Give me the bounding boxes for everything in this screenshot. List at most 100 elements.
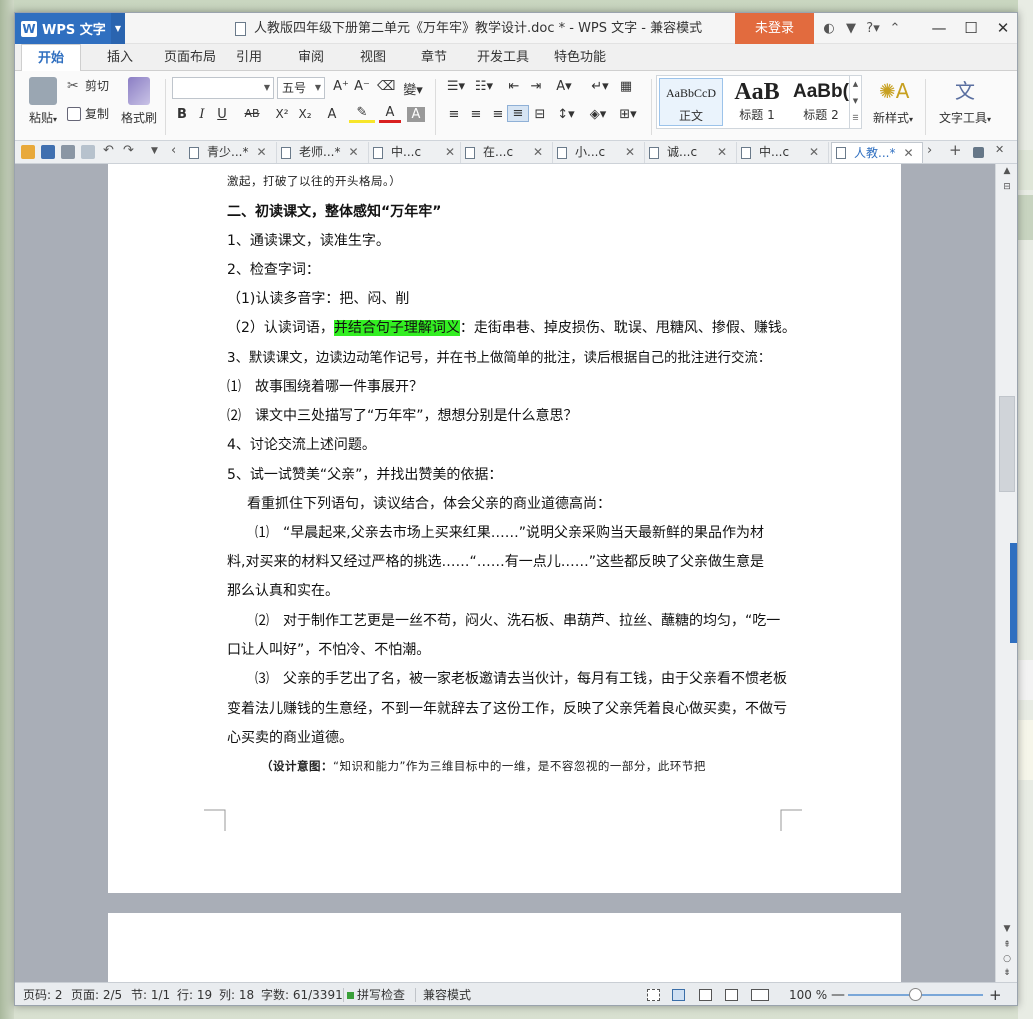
- undo-icon[interactable]: ↶: [103, 143, 114, 158]
- zoom-slider-handle[interactable]: [908, 988, 922, 1001]
- text-effect-icon[interactable]: A: [321, 107, 343, 122]
- line-spacing-icon[interactable]: ↕▾: [553, 107, 579, 122]
- split-view-icon[interactable]: ⊟: [996, 182, 1017, 192]
- borders-icon[interactable]: ⊞▾: [615, 107, 641, 122]
- doc-tab[interactable]: 在...c ✕: [461, 142, 553, 163]
- close-icon[interactable]: ✕: [256, 142, 266, 163]
- doc-tab-active[interactable]: 人教... * ✕: [831, 142, 923, 163]
- subscript-button[interactable]: X₂: [294, 107, 316, 121]
- doc-tab[interactable]: 中...c ✕: [369, 142, 461, 163]
- outline-view-icon[interactable]: [699, 989, 712, 1001]
- zoom-in-icon[interactable]: +: [989, 983, 1002, 1005]
- font-size-select[interactable]: 五号 ▼: [277, 77, 325, 99]
- doc-tab[interactable]: 老师... * ✕: [277, 142, 369, 163]
- shirt-icon[interactable]: ▼: [840, 21, 862, 36]
- close-icon[interactable]: ✕: [717, 142, 727, 163]
- minimize-icon[interactable]: —: [923, 13, 955, 44]
- distribute-icon[interactable]: ⊟: [529, 107, 551, 122]
- tab-review[interactable]: 审阅: [291, 44, 331, 71]
- align-right-icon[interactable]: ≡: [489, 107, 507, 122]
- zoom-level[interactable]: 100 %: [789, 983, 827, 1005]
- tab-view[interactable]: 视图: [353, 44, 393, 71]
- underline-button[interactable]: U: [213, 107, 231, 122]
- cut-button[interactable]: ✂ 剪切: [67, 77, 109, 94]
- bullet-list-icon[interactable]: ☰▾: [443, 79, 469, 94]
- paste-button[interactable]: 粘贴▾: [25, 77, 61, 126]
- style-heading-1[interactable]: AaB 标题 1: [725, 78, 789, 126]
- show-marks-icon[interactable]: ↵▾: [587, 79, 613, 94]
- tab-page-layout[interactable]: 页面布局: [151, 44, 229, 71]
- increase-indent-icon[interactable]: ⇥: [527, 79, 545, 94]
- scroll-thumb[interactable]: [999, 396, 1015, 492]
- print-icon[interactable]: [61, 145, 75, 159]
- scroll-down-icon[interactable]: ▼: [996, 924, 1017, 934]
- close-icon[interactable]: ✕: [445, 142, 455, 163]
- reading-view-icon[interactable]: [751, 989, 769, 1001]
- open-icon[interactable]: [21, 145, 35, 159]
- doc-tab[interactable]: 小...c ✕: [553, 142, 645, 163]
- scroll-up-icon[interactable]: ▲: [996, 166, 1017, 176]
- tab-scroll-right-icon[interactable]: ›: [927, 143, 932, 158]
- close-icon[interactable]: ✕: [903, 143, 913, 164]
- shading-icon[interactable]: ◈▾: [585, 107, 611, 122]
- prev-page-icon[interactable]: ⇞: [996, 940, 1017, 950]
- font-name-select[interactable]: ▼: [172, 77, 274, 99]
- tab-developer[interactable]: 开发工具: [473, 44, 533, 71]
- numbered-list-icon[interactable]: ☷▾: [471, 79, 497, 94]
- tab-scroll-left-icon[interactable]: ‹: [171, 143, 176, 158]
- document-page[interactable]: 激起，打破了以往的开头格局。） 二、初读课文，整体感知“万年牢” 1、通读课文，…: [108, 164, 901, 893]
- tab-insert[interactable]: 插入: [91, 44, 149, 71]
- new-tab-icon[interactable]: +: [949, 141, 962, 159]
- customize-qat-icon[interactable]: ▼: [151, 146, 158, 156]
- italic-button[interactable]: I: [193, 107, 211, 122]
- text-tools-button[interactable]: 文 文字工具▾: [933, 77, 997, 126]
- doc-tab[interactable]: 青少... * ✕: [185, 142, 277, 163]
- page-view-icon[interactable]: [672, 989, 685, 1001]
- skin-icon[interactable]: ◐: [818, 21, 840, 36]
- wps-app-menu-button[interactable]: W WPS 文字 ▼: [15, 13, 125, 44]
- tab-references[interactable]: 引用: [229, 44, 269, 71]
- help-icon[interactable]: ?▾: [862, 21, 884, 36]
- next-page-icon[interactable]: ⇟: [996, 968, 1017, 978]
- new-style-button[interactable]: ✺A 新样式▾: [867, 77, 919, 126]
- fullscreen-view-icon[interactable]: [647, 989, 660, 1001]
- doc-tab[interactable]: 中...c ✕: [737, 142, 829, 163]
- decrease-indent-icon[interactable]: ⇤: [505, 79, 523, 94]
- chevron-down-icon[interactable]: ▼: [111, 13, 125, 44]
- tab-home[interactable]: 开始: [21, 44, 81, 72]
- side-panel-tab[interactable]: [1010, 543, 1017, 643]
- select-browse-icon[interactable]: ○: [996, 954, 1017, 964]
- bold-button[interactable]: B: [173, 107, 191, 122]
- char-shading-icon[interactable]: A: [407, 107, 425, 122]
- maximize-icon[interactable]: ☐: [955, 13, 987, 44]
- phonetic-guide-icon[interactable]: 變▾: [400, 79, 426, 98]
- print-preview-icon[interactable]: [81, 145, 95, 159]
- justify-icon[interactable]: ≡: [507, 105, 529, 122]
- word-count-button[interactable]: 字数: 61/3391: [261, 983, 343, 1005]
- tab-special[interactable]: 特色功能: [550, 44, 610, 71]
- grow-font-button[interactable]: A⁺: [331, 79, 351, 94]
- save-icon[interactable]: [41, 145, 55, 159]
- redo-icon[interactable]: ↷: [123, 143, 134, 158]
- style-normal[interactable]: AaBbCcD 正文: [659, 78, 723, 126]
- document-area[interactable]: 激起，打破了以往的开头格局。） 二、初读课文，整体感知“万年牢” 1、通读课文，…: [15, 164, 995, 982]
- align-left-icon[interactable]: ≡: [445, 107, 463, 122]
- close-icon[interactable]: ✕: [987, 13, 1017, 44]
- close-icon[interactable]: ✕: [533, 142, 543, 163]
- ribbon-toggle-icon[interactable]: ⌃: [884, 21, 906, 36]
- format-painter-button[interactable]: 格式刷: [119, 77, 159, 126]
- styles-scroll[interactable]: ▲ ▼ ☰: [849, 76, 861, 128]
- chinese-layout-icon[interactable]: A▾: [551, 79, 577, 94]
- align-center-icon[interactable]: ≡: [467, 107, 485, 122]
- shrink-font-button[interactable]: A⁻: [352, 79, 372, 94]
- strikethrough-button[interactable]: AB: [239, 107, 265, 120]
- close-icon[interactable]: ✕: [348, 142, 358, 163]
- doc-tab[interactable]: 诚...c ✕: [645, 142, 737, 163]
- style-heading-2[interactable]: AaBb( 标题 2: [789, 78, 853, 126]
- close-all-icon[interactable]: ✕: [995, 143, 1004, 156]
- login-button[interactable]: 未登录: [735, 13, 814, 44]
- spell-check-button[interactable]: 拼写检查: [347, 983, 405, 1005]
- highlight-color-icon[interactable]: ✎: [349, 105, 375, 123]
- font-color-icon[interactable]: A: [379, 105, 401, 123]
- tab-chapter[interactable]: 章节: [414, 44, 454, 71]
